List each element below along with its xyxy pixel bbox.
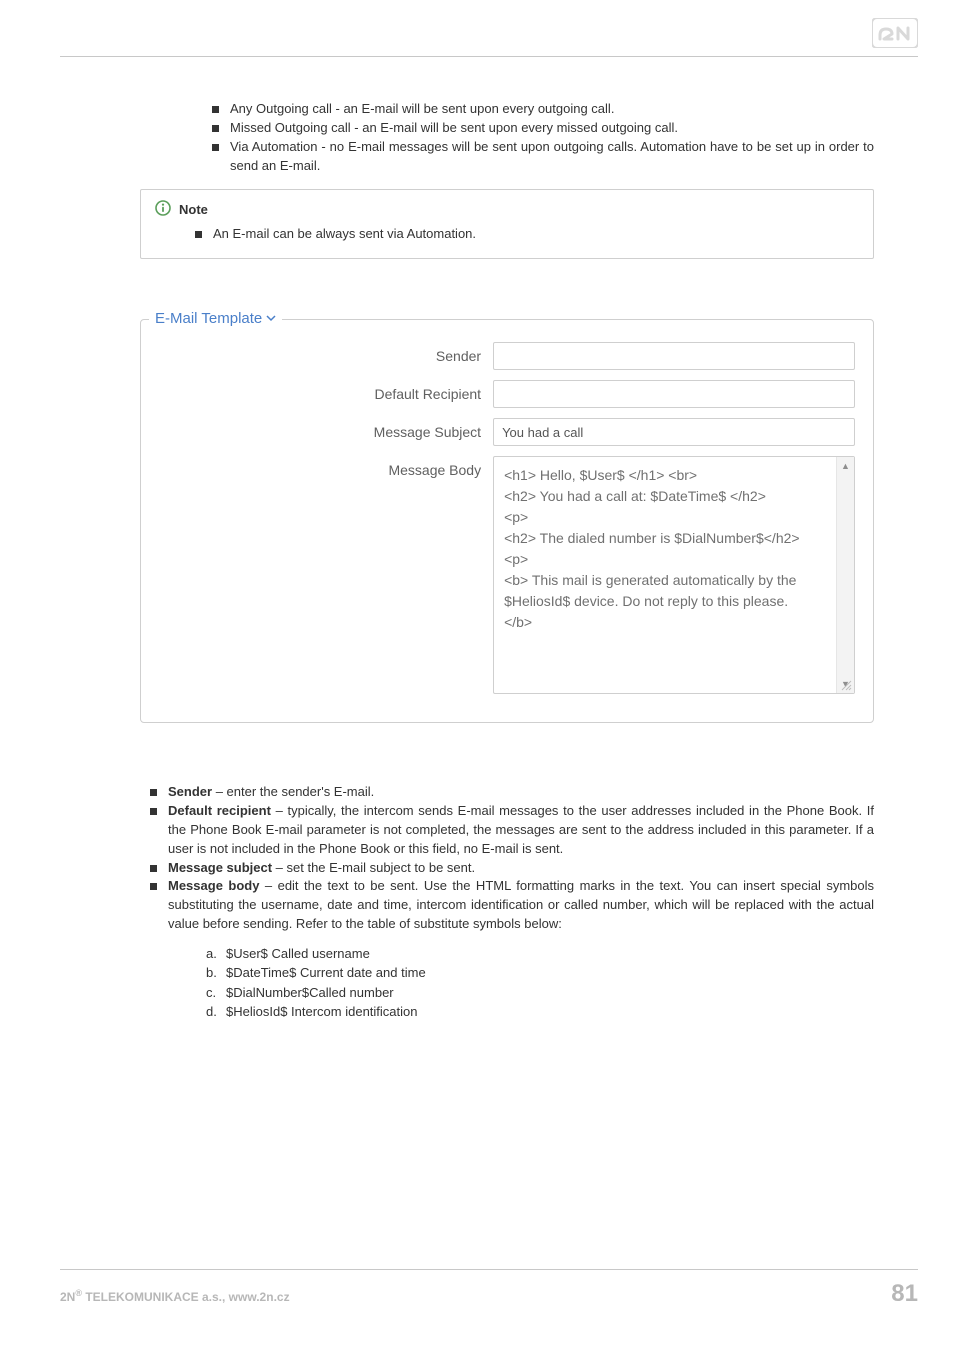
scroll-up-icon[interactable]: ▲ bbox=[837, 457, 854, 475]
footer-company: 2N® TELEKOMUNIKACE a.s., www.2n.cz bbox=[60, 1288, 290, 1304]
field-explanations-list: Sender – enter the sender's E-mail. Defa… bbox=[150, 783, 874, 1022]
scrollbar[interactable]: ▲ ▼ bbox=[836, 457, 854, 693]
info-icon bbox=[155, 200, 171, 219]
sublist-marker: b. bbox=[206, 963, 226, 983]
note-title: Note bbox=[179, 202, 208, 217]
explain-text: – set the E-mail subject to be sent. bbox=[272, 860, 475, 875]
explain-term: Message subject bbox=[168, 860, 272, 875]
list-item: b.$DateTime$ Current date and time bbox=[206, 963, 874, 983]
default-recipient-label: Default Recipient bbox=[159, 380, 493, 402]
message-body-label: Message Body bbox=[159, 456, 493, 478]
note-item-text: An E-mail can be always sent via Automat… bbox=[213, 226, 476, 241]
sublist-marker: d. bbox=[206, 1002, 226, 1022]
sender-label: Sender bbox=[159, 342, 493, 364]
substitute-symbols-list: a.$User$ Called username b.$DateTime$ Cu… bbox=[206, 944, 874, 1022]
list-item: Default recipient – typically, the inter… bbox=[150, 802, 874, 859]
chevron-down-icon bbox=[266, 310, 276, 327]
email-template-fieldset: E-Mail Template Sender Default Recipient bbox=[140, 319, 874, 723]
header-divider bbox=[60, 56, 918, 57]
scroll-down-icon[interactable]: ▼ bbox=[837, 675, 854, 693]
note-callout: Note An E-mail can be always sent via Au… bbox=[140, 189, 874, 259]
explain-term: Sender bbox=[168, 784, 212, 799]
list-item-text: Any Outgoing call - an E-mail will be se… bbox=[230, 101, 614, 116]
footer-divider bbox=[60, 1269, 918, 1270]
list-item: a.$User$ Called username bbox=[206, 944, 874, 964]
sublist-text: $DialNumber$Called number bbox=[226, 985, 394, 1000]
sublist-marker: a. bbox=[206, 944, 226, 964]
list-item: Via Automation - no E-mail messages will… bbox=[212, 138, 874, 176]
default-recipient-input[interactable] bbox=[493, 380, 855, 408]
sublist-text: $HeliosId$ Intercom identification bbox=[226, 1004, 418, 1019]
list-item-text: Missed Outgoing call - an E-mail will be… bbox=[230, 120, 678, 135]
list-item: An E-mail can be always sent via Automat… bbox=[195, 225, 859, 244]
list-item: c.$DialNumber$Called number bbox=[206, 983, 874, 1003]
explain-term: Default recipient bbox=[168, 803, 271, 818]
brand-logo bbox=[872, 18, 918, 51]
list-item-text: Via Automation - no E-mail messages will… bbox=[230, 139, 874, 173]
list-item: Message subject – set the E-mail subject… bbox=[150, 859, 874, 878]
explain-term: Message body bbox=[168, 878, 259, 893]
footer-company-prefix: 2N bbox=[60, 1290, 75, 1304]
sublist-text: $DateTime$ Current date and time bbox=[226, 965, 426, 980]
outgoing-modes-list: Any Outgoing call - an E-mail will be se… bbox=[212, 100, 874, 175]
sender-input[interactable] bbox=[493, 342, 855, 370]
fieldset-legend-text: E-Mail Template bbox=[155, 310, 262, 327]
message-body-textarea[interactable]: <h1> Hello, $User$ </h1> <br> <h2> You h… bbox=[493, 456, 855, 694]
list-item: Missed Outgoing call - an E-mail will be… bbox=[212, 119, 874, 138]
page-number: 81 bbox=[891, 1280, 918, 1308]
sublist-text: $User$ Called username bbox=[226, 946, 370, 961]
list-item: Any Outgoing call - an E-mail will be se… bbox=[212, 100, 874, 119]
footer-reg-mark: ® bbox=[75, 1288, 82, 1298]
explain-text: – edit the text to be sent. Use the HTML… bbox=[168, 878, 874, 931]
message-subject-label: Message Subject bbox=[159, 418, 493, 440]
sublist-marker: c. bbox=[206, 983, 226, 1003]
list-item: d.$HeliosId$ Intercom identification bbox=[206, 1002, 874, 1022]
explain-text: – enter the sender's E-mail. bbox=[212, 784, 374, 799]
list-item: Sender – enter the sender's E-mail. bbox=[150, 783, 874, 802]
fieldset-legend[interactable]: E-Mail Template bbox=[149, 310, 282, 327]
explain-text: – typically, the intercom sends E-mail m… bbox=[168, 803, 874, 856]
message-subject-input[interactable] bbox=[493, 418, 855, 446]
footer-company-rest: TELEKOMUNIKACE a.s., www.2n.cz bbox=[82, 1290, 290, 1304]
page-footer: 2N® TELEKOMUNIKACE a.s., www.2n.cz 81 bbox=[60, 1269, 918, 1308]
list-item: Message body – edit the text to be sent.… bbox=[150, 877, 874, 1022]
